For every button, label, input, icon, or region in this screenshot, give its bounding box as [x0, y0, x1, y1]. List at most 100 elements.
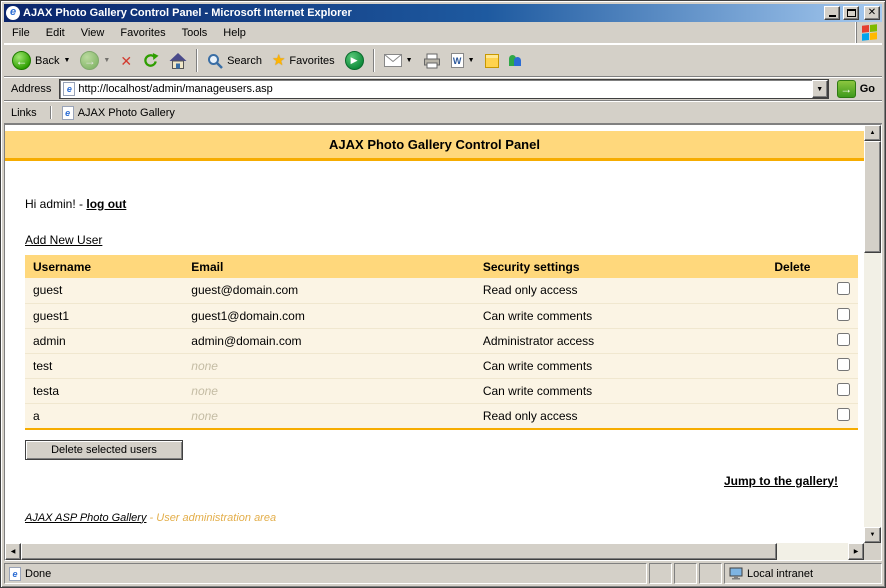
table-header-row: Username Email Security settings Delete	[25, 255, 858, 278]
jump-row: Jump to the gallery!	[25, 474, 858, 488]
links-bar-item[interactable]: e AJAX Photo Gallery	[62, 106, 175, 120]
email-cell: none	[183, 403, 475, 429]
print-button[interactable]	[418, 51, 446, 71]
horizontal-scroll-thumb[interactable]	[21, 543, 777, 560]
delete-selected-button[interactable]: Delete selected users	[25, 440, 183, 460]
maximize-icon	[847, 9, 856, 17]
vertical-scroll-thumb[interactable]	[864, 141, 881, 253]
links-item-label: AJAX Photo Gallery	[78, 107, 175, 119]
favorites-label: Favorites	[289, 55, 334, 67]
window-title: AJAX Photo Gallery Control Panel - Micro…	[23, 7, 821, 19]
scroll-up-button[interactable]: ▲	[864, 125, 881, 141]
delete-cell	[766, 303, 858, 328]
vertical-scrollbar[interactable]: ▲ ▼	[864, 125, 881, 543]
edit-dropdown-icon[interactable]: ▼	[468, 57, 475, 64]
menu-file[interactable]: File	[4, 22, 38, 43]
mail-button[interactable]: ▼	[379, 52, 418, 69]
jump-to-gallery-link[interactable]: Jump to the gallery!	[724, 474, 838, 488]
table-row: testa none Can write comments	[25, 378, 858, 403]
footer-area-label: User administration area	[156, 512, 276, 524]
col-security: Security settings	[475, 255, 767, 278]
go-label: Go	[860, 83, 875, 95]
menu-help[interactable]: Help	[215, 22, 254, 43]
mail-dropdown-icon[interactable]: ▼	[406, 57, 413, 64]
favorites-button[interactable]: ★ Favorites	[267, 51, 340, 70]
delete-cell	[766, 403, 858, 429]
search-button[interactable]: Search	[202, 51, 267, 71]
add-new-user-link[interactable]: Add New User	[25, 233, 102, 247]
table-row: a none Read only access	[25, 403, 858, 429]
close-button[interactable]: ✕	[864, 6, 880, 20]
username-cell: a	[25, 403, 183, 429]
toolbar-separator	[196, 49, 198, 72]
security-cell: Can write comments	[475, 353, 767, 378]
security-zone-pane: Local intranet	[724, 563, 882, 584]
security-cell: Can write comments	[475, 303, 767, 328]
edit-word-icon: W	[451, 53, 464, 68]
media-button[interactable]: ▶	[340, 49, 369, 72]
delete-checkbox[interactable]	[837, 358, 850, 371]
search-icon	[207, 53, 223, 69]
go-button[interactable]: → Go	[834, 80, 878, 98]
delete-checkbox[interactable]	[837, 408, 850, 421]
edit-button[interactable]: W ▼	[446, 51, 480, 70]
refresh-icon	[142, 52, 159, 69]
menu-favorites[interactable]: Favorites	[112, 22, 173, 43]
discuss-button[interactable]	[480, 52, 504, 70]
email-cell: guest1@domain.com	[183, 303, 475, 328]
delete-checkbox[interactable]	[837, 308, 850, 321]
refresh-button[interactable]	[137, 50, 164, 71]
title-bar[interactable]: e AJAX Photo Gallery Control Panel - Mic…	[4, 4, 882, 22]
scrollbar-corner	[864, 543, 881, 560]
stop-button[interactable]: ✕	[115, 52, 137, 70]
content-frame: AJAX Photo Gallery Control Panel Hi admi…	[4, 124, 882, 561]
back-icon: ←	[12, 51, 31, 70]
back-dropdown-icon[interactable]: ▼	[63, 57, 70, 64]
delete-checkbox[interactable]	[837, 282, 850, 295]
vertical-scroll-track[interactable]	[864, 253, 881, 527]
page-content: Hi admin! - log out Add New User Usernam…	[5, 197, 864, 524]
horizontal-scroll-track[interactable]	[777, 543, 848, 560]
media-icon: ▶	[345, 51, 364, 70]
minimize-icon	[829, 15, 836, 17]
menu-tools[interactable]: Tools	[174, 22, 216, 43]
scroll-down-button[interactable]: ▼	[864, 527, 881, 543]
table-row: guest guest@domain.com Read only access	[25, 278, 858, 303]
forward-button[interactable]: → ▼	[75, 49, 115, 72]
address-field[interactable]: e ▼	[59, 79, 828, 99]
local-intranet-icon	[729, 567, 743, 580]
footer-separator: -	[146, 512, 156, 524]
close-icon: ✕	[868, 8, 876, 18]
page-title: AJAX Photo Gallery Control Panel	[5, 131, 864, 161]
discuss-icon	[485, 54, 499, 68]
email-cell: none	[183, 353, 475, 378]
scroll-left-button[interactable]: ◀	[5, 543, 21, 560]
status-text: Done	[25, 568, 51, 580]
home-button[interactable]	[164, 51, 192, 71]
security-cell: Read only access	[475, 278, 767, 303]
scroll-right-button[interactable]: ▶	[848, 543, 864, 560]
maximize-button[interactable]	[843, 6, 859, 20]
delete-checkbox[interactable]	[837, 383, 850, 396]
address-dropdown-button[interactable]: ▼	[812, 80, 828, 98]
windows-logo-icon	[862, 24, 877, 41]
status-pane-empty	[649, 563, 672, 584]
security-cell: Administrator access	[475, 328, 767, 353]
back-button[interactable]: ← Back ▼	[7, 49, 75, 72]
search-label: Search	[227, 55, 262, 67]
back-label: Back	[35, 55, 59, 67]
logout-link[interactable]: log out	[86, 197, 126, 211]
messenger-button[interactable]	[504, 53, 526, 68]
delete-cell	[766, 353, 858, 378]
address-input[interactable]	[78, 81, 808, 97]
page-footer: AJAX ASP Photo Gallery - User administra…	[25, 512, 858, 524]
footer-gallery-link[interactable]: AJAX ASP Photo Gallery	[25, 512, 146, 524]
users-table: Username Email Security settings Delete …	[25, 255, 858, 430]
minimize-button[interactable]	[824, 6, 840, 20]
greeting: Hi admin! - log out	[25, 197, 858, 211]
menu-view[interactable]: View	[73, 22, 113, 43]
menu-edit[interactable]: Edit	[38, 22, 73, 43]
horizontal-scrollbar[interactable]: ◀ ▶	[5, 543, 864, 560]
mail-icon	[384, 54, 402, 67]
delete-checkbox[interactable]	[837, 333, 850, 346]
